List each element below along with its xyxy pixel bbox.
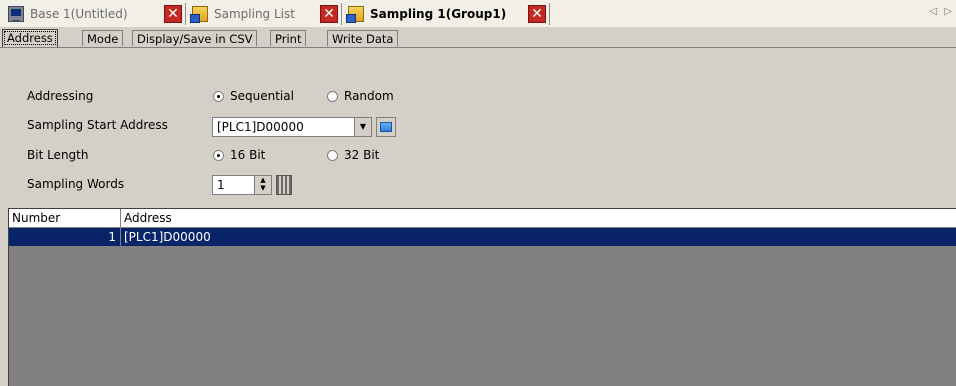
radio-16-bit[interactable]: 16 Bit (213, 148, 265, 162)
radio-unselected-icon (327, 149, 338, 161)
tab-sampling-1[interactable]: Sampling 1(Group1) (346, 3, 507, 25)
sampling-icon (346, 6, 364, 23)
row-number: 1 (9, 228, 121, 246)
tab-divider (341, 3, 342, 25)
address-input-keypad-icon[interactable] (376, 117, 396, 137)
tab-label: Base 1(Untitled) (30, 7, 128, 21)
tab-print[interactable]: Print (270, 30, 307, 46)
tab-mode[interactable]: Mode (82, 30, 124, 46)
close-icon[interactable]: ✕ (320, 5, 338, 23)
close-icon[interactable]: ✕ (164, 5, 182, 23)
tab-display-save-csv[interactable]: Display/Save in CSV (132, 30, 258, 46)
tab-label: Sampling 1(Group1) (370, 7, 507, 21)
sampling-words-label: Sampling Words (27, 177, 125, 191)
address-table: Number Address 1 [PLC1]D00000 (8, 208, 956, 386)
document-tab-bar: Base 1(Untitled) ✕ Sampling List ✕ Sampl… (0, 0, 956, 28)
screen-icon (8, 6, 24, 22)
start-address-combobox[interactable]: [PLC1]D00000 ▼ (212, 117, 372, 137)
sampling-icon (190, 6, 208, 23)
tab-address[interactable]: Address (2, 29, 58, 47)
addressing-label: Addressing (27, 89, 94, 103)
sampling-words-value: 1 (217, 178, 225, 192)
close-icon[interactable]: ✕ (528, 5, 546, 23)
start-address-value: [PLC1]D00000 (217, 120, 304, 134)
tab-divider (185, 3, 186, 25)
column-header-address[interactable]: Address (121, 209, 956, 227)
tab-write-data[interactable]: Write Data (327, 30, 399, 46)
bit-length-label: Bit Length (27, 148, 89, 162)
column-header-number[interactable]: Number (9, 209, 121, 227)
radio-random[interactable]: Random (327, 89, 394, 103)
radio-selected-icon (213, 90, 224, 102)
chevron-down-icon[interactable]: ▼ (354, 118, 371, 136)
radio-unselected-icon (327, 90, 338, 102)
tab-sampling-list[interactable]: Sampling List (190, 3, 295, 25)
radio-selected-icon (213, 149, 224, 161)
tab-base-1[interactable]: Base 1(Untitled) (8, 3, 128, 25)
spin-arrows-icon[interactable]: ▲ ▼ (254, 176, 271, 194)
start-address-label: Sampling Start Address (27, 118, 168, 132)
table-header: Number Address (9, 209, 956, 228)
table-row[interactable]: 1 [PLC1]D00000 (9, 228, 956, 246)
tab-scroll-arrows[interactable]: ◁ ▷ (929, 6, 954, 17)
radio-sequential[interactable]: Sequential (213, 89, 294, 103)
property-tab-bar: Address Mode Display/Save in CSV Print W… (0, 27, 956, 48)
row-address: [PLC1]D00000 (124, 230, 211, 244)
tab-label: Sampling List (214, 7, 295, 21)
calculator-icon[interactable] (276, 175, 292, 195)
sampling-words-stepper[interactable]: 1 ▲ ▼ (212, 175, 272, 195)
radio-32-bit[interactable]: 32 Bit (327, 148, 379, 162)
tab-divider (549, 3, 550, 25)
